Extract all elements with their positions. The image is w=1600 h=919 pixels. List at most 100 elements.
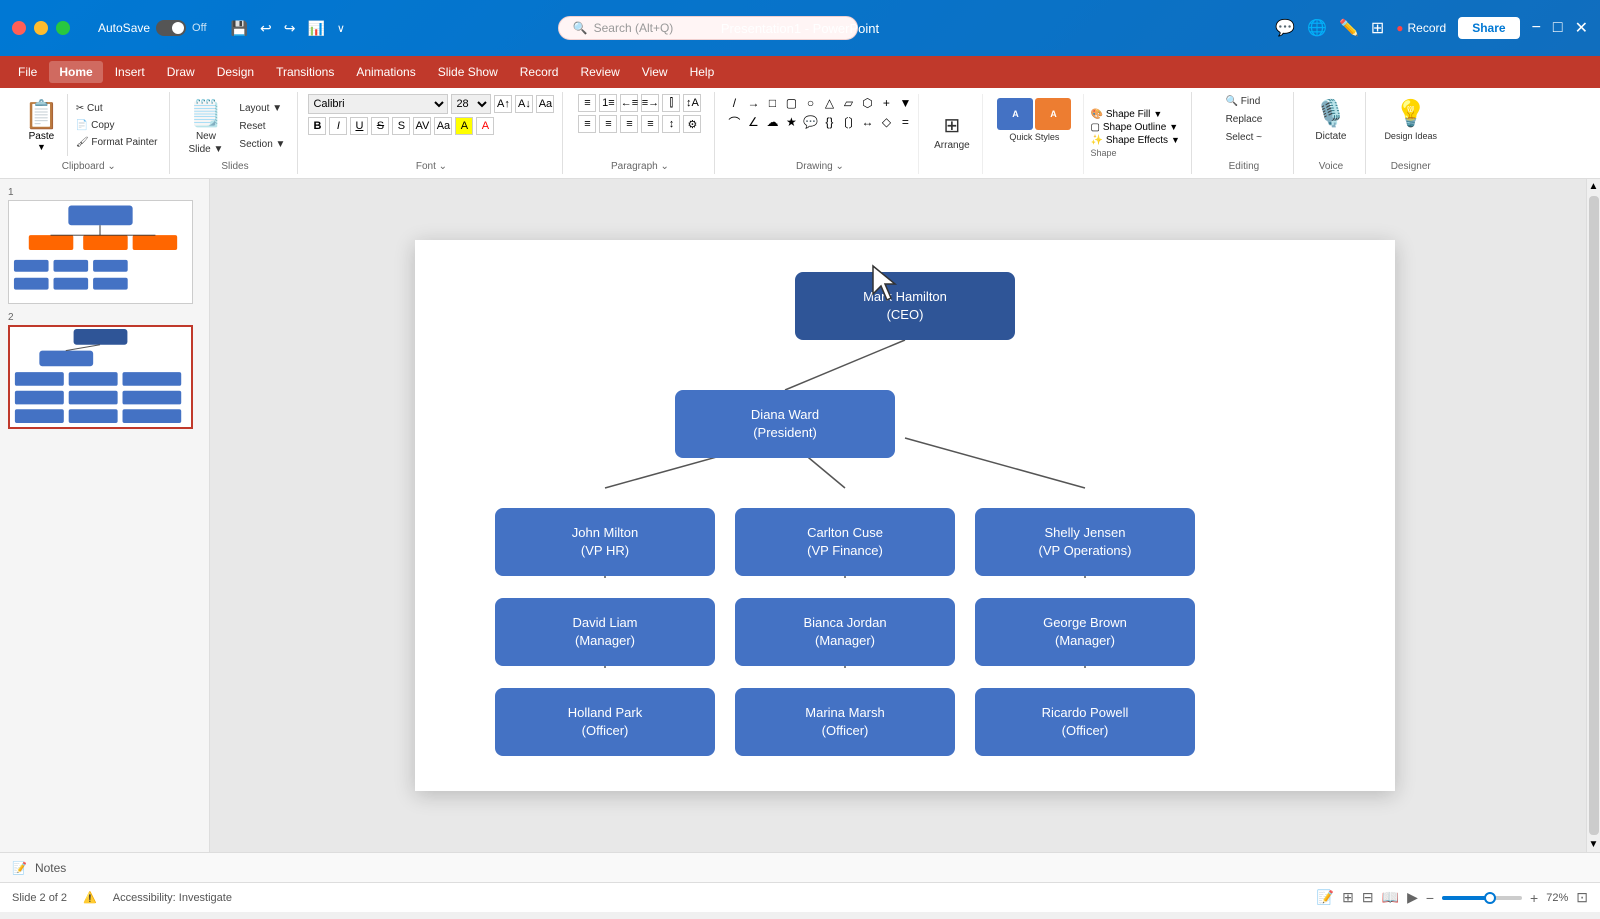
org-box-president[interactable]: Diana Ward (President) [675, 390, 895, 458]
zoom-level[interactable]: 72% [1546, 892, 1568, 904]
menu-animations[interactable]: Animations [346, 61, 425, 83]
org-box-vp-1[interactable]: Carlton Cuse (VP Finance) [735, 508, 955, 576]
maximize-button[interactable] [56, 21, 70, 35]
find-button[interactable]: 🔍 Find [1222, 94, 1265, 109]
normal-view-icon[interactable]: ⊞ [1342, 889, 1354, 906]
increase-indent-button[interactable]: ≡→ [641, 94, 659, 112]
shape-tri[interactable]: △ [820, 94, 838, 112]
org-box-officer-2[interactable]: Ricardo Powell (Officer) [975, 688, 1195, 756]
menu-record[interactable]: Record [510, 61, 569, 83]
scroll-thumb[interactable] [1589, 196, 1599, 835]
menu-view[interactable]: View [632, 61, 678, 83]
numbering-button[interactable]: 1≡ [599, 94, 617, 112]
org-box-vp-0[interactable]: John Milton (VP HR) [495, 508, 715, 576]
shape-star[interactable]: ★ [782, 113, 800, 131]
shape-hex[interactable]: ⬡ [858, 94, 876, 112]
slide-sorter-icon[interactable]: ⊟ [1362, 889, 1374, 906]
minimize-button[interactable] [34, 21, 48, 35]
menu-design[interactable]: Design [207, 61, 264, 83]
shape-diamond[interactable]: ◇ [877, 113, 895, 131]
font-family-select[interactable]: Calibri [308, 94, 448, 114]
cut-button[interactable]: ✂ Cut [72, 101, 162, 116]
shape-line[interactable]: / [725, 94, 743, 112]
align-center-button[interactable]: ≡ [599, 115, 617, 133]
shape-para[interactable]: ▱ [839, 94, 857, 112]
close-button[interactable] [12, 21, 26, 35]
spacing-button[interactable]: AV [413, 117, 431, 135]
clear-format-button[interactable]: Aa [536, 95, 554, 113]
shape-dbl-arrow[interactable]: ↔ [858, 113, 876, 131]
shape-rect[interactable]: □ [763, 94, 781, 112]
scroll-up-button[interactable]: ▲ [1587, 179, 1600, 194]
scroll-down-button[interactable]: ▼ [1587, 837, 1600, 852]
shape-arrow[interactable]: → [744, 94, 762, 112]
menu-file[interactable]: File [8, 61, 47, 83]
zoom-slider[interactable] [1442, 896, 1522, 900]
shape-eq[interactable]: = [896, 113, 914, 131]
shape-oval[interactable]: ○ [801, 94, 819, 112]
font-increase-button[interactable]: A↑ [494, 95, 512, 113]
share-button[interactable]: Share [1458, 17, 1519, 39]
shape-more[interactable]: ▼ [896, 94, 914, 112]
zoom-slider-thumb[interactable] [1484, 892, 1496, 904]
org-box-vp-2[interactable]: Shelly Jensen (VP Operations) [975, 508, 1195, 576]
menu-draw[interactable]: Draw [157, 61, 205, 83]
vertical-scrollbar[interactable]: ▲ ▼ [1586, 179, 1600, 852]
org-box-manager-2[interactable]: George Brown (Manager) [975, 598, 1195, 666]
underline-button[interactable]: U [350, 117, 368, 135]
italic-button[interactable]: I [329, 117, 347, 135]
save-icon[interactable]: 💾 [231, 20, 248, 37]
autosave-toggle[interactable] [156, 20, 186, 36]
bullets-button[interactable]: ≡ [578, 94, 596, 112]
layout-button[interactable]: Layout ▼ [235, 101, 289, 116]
pen-icon[interactable]: ✏️ [1339, 18, 1359, 38]
shape-round-rect[interactable]: ▢ [782, 94, 800, 112]
menu-insert[interactable]: Insert [105, 61, 155, 83]
menu-home[interactable]: Home [49, 61, 102, 83]
menu-review[interactable]: Review [570, 61, 629, 83]
notes-view-icon[interactable]: 📝 [1317, 889, 1334, 906]
font-decrease-button[interactable]: A↓ [515, 95, 533, 113]
present-icon[interactable]: 📊 [307, 20, 324, 37]
paste-button[interactable]: 📋 Paste ▼ [16, 94, 68, 156]
align-right-button[interactable]: ≡ [620, 115, 638, 133]
slideshow-icon[interactable]: ▶ [1407, 889, 1418, 906]
customize-icon[interactable]: ∨ [337, 22, 345, 35]
org-box-officer-0[interactable]: Holland Park (Officer) [495, 688, 715, 756]
reading-view-icon[interactable]: 📖 [1382, 889, 1399, 906]
slide-thumb-1[interactable]: 1 [8, 187, 201, 304]
shape-callout[interactable]: 💬 [801, 113, 819, 131]
shape-curve[interactable]: ⌒ [725, 113, 743, 131]
comment-icon[interactable]: 💬 [1275, 18, 1295, 38]
format-painter-button[interactable]: 🖌 Format Painter [72, 135, 162, 150]
zoom-out-icon[interactable]: − [1426, 890, 1434, 906]
redo-icon[interactable]: ↪ [284, 20, 296, 37]
shape-fill-text[interactable]: Shape Fill [1106, 109, 1150, 120]
fit-slide-icon[interactable]: ⊡ [1576, 889, 1588, 906]
org-box-manager-0[interactable]: David Liam (Manager) [495, 598, 715, 666]
org-box-ceo[interactable]: Mark Hamilton (CEO) [795, 272, 1015, 340]
present-mode-icon[interactable]: ⊞ [1371, 18, 1384, 38]
columns-button[interactable]: ⫿ [662, 94, 680, 112]
shadow-button[interactable]: S [392, 117, 410, 135]
smartart-button[interactable]: ⚙ [683, 115, 701, 133]
shape-bend[interactable]: ∠ [744, 113, 762, 131]
globe-icon[interactable]: 🌐 [1307, 18, 1327, 38]
select-button[interactable]: Select ~ [1222, 130, 1266, 145]
align-left-button[interactable]: ≡ [578, 115, 596, 133]
font-size-select[interactable]: 28 [451, 94, 491, 114]
text-direction-button[interactable]: ↕A [683, 94, 701, 112]
font-color-button[interactable]: A [476, 117, 494, 135]
quick-styles-button[interactable]: A A Quick Styles [989, 94, 1079, 146]
notes-label[interactable]: Notes [35, 861, 66, 875]
case-button[interactable]: Aa [434, 117, 452, 135]
shape-plus[interactable]: + [877, 94, 895, 112]
menu-transitions[interactable]: Transitions [266, 61, 344, 83]
decrease-indent-button[interactable]: ←≡ [620, 94, 638, 112]
org-box-officer-1[interactable]: Marina Marsh (Officer) [735, 688, 955, 756]
section-button[interactable]: Section ▼ [235, 137, 289, 152]
window-close[interactable]: ✕ [1575, 18, 1588, 38]
slide-canvas-area[interactable]: Mark Hamilton (CEO) Diana Ward (Presiden… [210, 179, 1600, 852]
line-spacing-button[interactable]: ↕ [662, 115, 680, 133]
shape-outline-arrow[interactable]: ▼ [1169, 122, 1178, 132]
